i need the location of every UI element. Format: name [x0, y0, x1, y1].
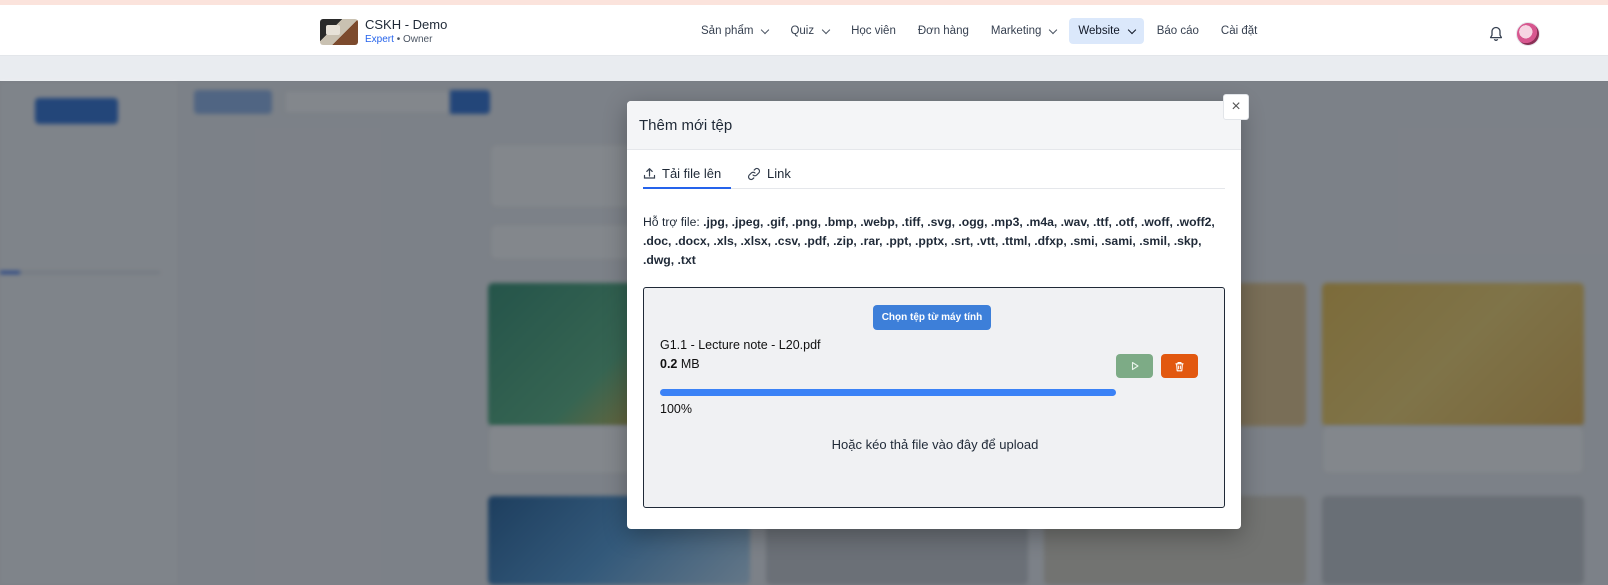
upload-progress-bar [660, 389, 1116, 396]
chevron-down-icon [1127, 25, 1136, 34]
nav-don-hang[interactable]: Đơn hàng [909, 18, 978, 44]
brand-logo [320, 18, 358, 45]
play-icon [1131, 361, 1139, 371]
nav-marketing[interactable]: Marketing [982, 18, 1066, 44]
upload-tabs: Tải file lên Link [643, 166, 1225, 189]
drop-hint: Hoặc kéo thả file vào đây để upload [831, 437, 1039, 452]
brand-level: Expert [365, 34, 394, 45]
close-icon: × [1231, 98, 1241, 115]
upload-icon [643, 168, 656, 179]
top-header: CSKH - Demo Expert • Owner Sản phẩm Quiz… [0, 5, 1608, 56]
support-types: .jpg, .jpeg, .gif, .png, .bmp, .webp, .t… [643, 215, 1215, 267]
tab-link-label: Link [767, 166, 791, 181]
upload-progress-text: 100% [660, 402, 692, 416]
uploaded-file-size: 0.2 MB [660, 357, 700, 371]
nav-quiz[interactable]: Quiz [781, 18, 838, 44]
modal-header: Thêm mới tệp [627, 101, 1241, 150]
nav-label: Website [1078, 25, 1120, 37]
nav-label: Marketing [990, 25, 1042, 37]
delete-button[interactable] [1161, 354, 1198, 378]
modal-title: Thêm mới tệp [639, 117, 733, 134]
brand-owner: Owner [402, 34, 433, 45]
nav-cai-dat[interactable]: Cài đặt [1212, 18, 1266, 44]
chevron-down-icon [1049, 25, 1058, 34]
nav-website[interactable]: Website [1069, 18, 1144, 44]
brand[interactable]: CSKH - Demo Expert • Owner [320, 17, 447, 46]
nav-label: Đơn hàng [917, 25, 969, 37]
nav-san-pham[interactable]: Sản phẩm [692, 18, 777, 44]
brand-separator: • [396, 34, 401, 45]
play-button[interactable] [1116, 354, 1153, 378]
file-size-value: 0.2 [660, 357, 678, 371]
close-button[interactable]: × [1223, 94, 1249, 120]
brand-role: Expert • Owner [365, 33, 447, 46]
brand-name: CSKH - Demo [365, 17, 448, 32]
chevron-down-icon [761, 25, 770, 34]
link-icon [747, 167, 761, 181]
tab-link[interactable]: Link [747, 166, 791, 189]
nav-label: Cài đặt [1220, 25, 1258, 37]
supported-file-types: Hỗ trợ file: .jpg, .jpeg, .gif, .png, .b… [643, 213, 1225, 270]
avatar[interactable] [1516, 22, 1540, 46]
file-size-unit: MB [680, 357, 700, 371]
file-dropzone[interactable]: Chọn tệp từ máy tính G1.1 - Lecture note… [643, 287, 1225, 508]
nav-label: Sản phẩm [701, 25, 754, 37]
support-label: Hỗ trợ file: [643, 215, 700, 229]
nav-bao-cao[interactable]: Báo cáo [1148, 18, 1208, 44]
tab-upload[interactable]: Tải file lên [643, 166, 731, 189]
upload-progress-fill [660, 389, 1116, 396]
chevron-down-icon [821, 25, 831, 34]
uploaded-file-name: G1.1 - Lecture note - L20.pdf [660, 338, 821, 352]
nav-label: Học viên [851, 25, 896, 37]
trash-icon [1175, 361, 1184, 371]
nav-label: Quiz [790, 25, 815, 37]
sub-header-strip [0, 56, 1608, 82]
nav-label: Báo cáo [1156, 25, 1199, 37]
main-nav: Sản phẩm Quiz Học viên Đơn hàng Marketin… [692, 18, 1270, 44]
choose-file-button[interactable]: Chọn tệp từ máy tính [873, 305, 991, 330]
nav-hoc-vien[interactable]: Học viên [842, 18, 905, 44]
tab-upload-label: Tải file lên [662, 166, 722, 181]
add-file-modal: Thêm mới tệp × Tải file lên Link Hỗ trợ … [627, 94, 1249, 529]
bell-icon[interactable] [1489, 26, 1503, 42]
